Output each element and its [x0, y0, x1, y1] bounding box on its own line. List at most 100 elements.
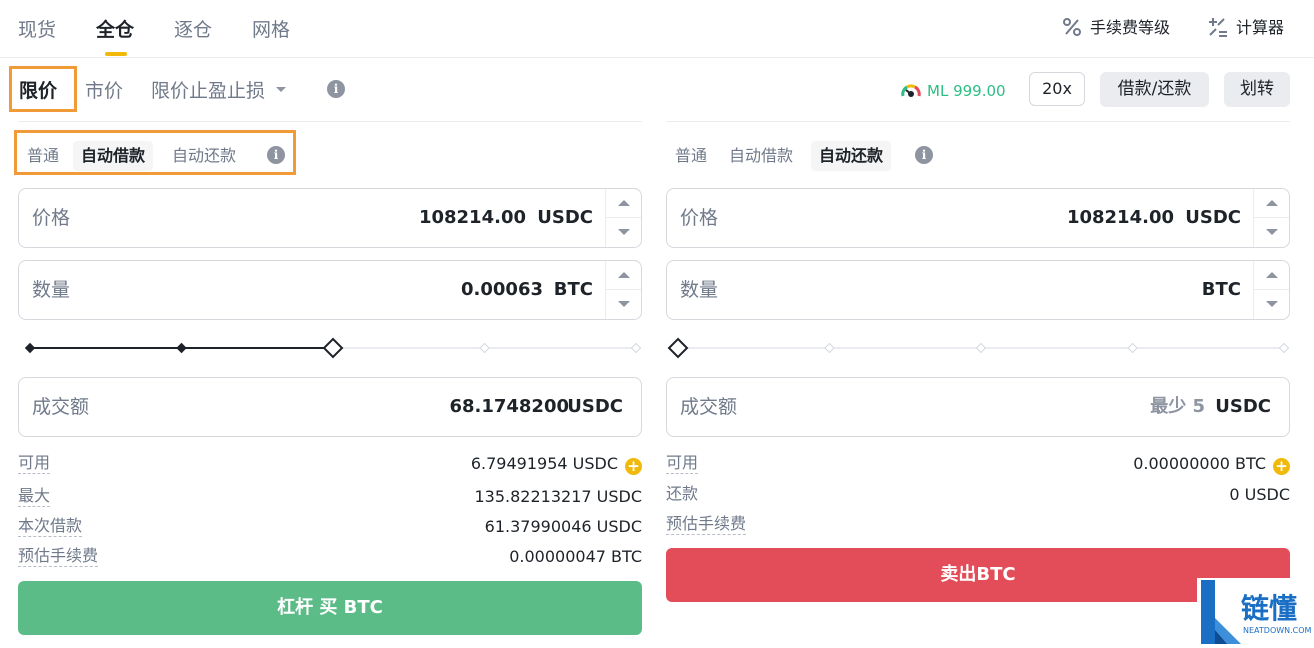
decrement-button[interactable]	[1254, 218, 1289, 247]
buy-amount-field[interactable]: 数量 0.00063 BTC	[18, 260, 642, 320]
slider-handle[interactable]	[322, 337, 344, 359]
total-label: 成交额	[32, 396, 90, 418]
fee-level-label: 手续费等级	[1090, 18, 1171, 37]
price-input[interactable]: 108214.00	[1067, 189, 1174, 247]
info-icon[interactable]: i	[915, 146, 933, 164]
slider-step-0[interactable]	[24, 342, 36, 354]
buy-total-field[interactable]: 成交额 68.1748200 USDC	[18, 377, 642, 437]
calculator-icon	[1209, 18, 1227, 37]
slider-step-25[interactable]	[176, 342, 187, 354]
decrement-button[interactable]	[606, 218, 641, 247]
gauge-icon	[901, 84, 921, 97]
increment-button[interactable]	[606, 261, 641, 290]
fee-level-link[interactable]: 手续费等级	[1062, 16, 1170, 40]
tab-isolated-margin[interactable]: 逐仓	[174, 16, 212, 44]
caret-down-icon	[1266, 301, 1278, 307]
sell-repay-row: 还款 0 USDC	[666, 484, 1290, 506]
caret-down-icon	[618, 229, 630, 235]
watermark-subtext: NEATDOWN.COM	[1243, 626, 1312, 635]
header-divider	[0, 57, 1314, 58]
sell-mode-auto-borrow[interactable]: 自动借款	[721, 141, 801, 171]
tab-cross-margin[interactable]: 全仓	[96, 16, 134, 44]
price-input[interactable]: 108214.00	[419, 189, 526, 247]
fee-label: 预估手续费	[666, 514, 747, 535]
increment-button[interactable]	[606, 189, 641, 218]
add-funds-icon[interactable]: +	[1273, 458, 1290, 475]
repay-value: 0 USDC	[1229, 485, 1290, 504]
calculator-label: 计算器	[1236, 18, 1285, 37]
fee-label: 预估手续费	[18, 546, 99, 567]
info-icon[interactable]: i	[267, 146, 285, 164]
watermark-text: 链懂	[1241, 592, 1297, 625]
buy-max-row: 最大 135.82213217 USDC	[18, 486, 642, 508]
slider-step-75[interactable]	[479, 342, 490, 354]
sell-amount-field[interactable]: 数量 BTC	[666, 260, 1290, 320]
total-input[interactable]: 68.1748200	[449, 378, 569, 436]
price-label: 价格	[680, 207, 719, 229]
active-tab-indicator	[105, 52, 127, 56]
add-funds-icon[interactable]: +	[625, 458, 642, 475]
percent-icon	[1063, 18, 1081, 36]
buy-price-field[interactable]: 价格 108214.00 USDC	[18, 188, 642, 248]
slider-step-100[interactable]	[630, 342, 642, 354]
caret-down-icon	[1266, 229, 1278, 235]
increment-button[interactable]	[1254, 261, 1289, 290]
sell-divider	[666, 121, 1290, 122]
available-value-wrap: 6.79491954 USDC +	[471, 453, 642, 475]
sell-mode-normal[interactable]: 普通	[667, 141, 715, 171]
buy-mode-auto-repay[interactable]: 自动还款	[164, 141, 244, 171]
sell-mode-auto-repay[interactable]: 自动还款	[811, 141, 892, 171]
buy-mode-normal[interactable]: 普通	[19, 141, 67, 171]
buy-button[interactable]: 杠杆 买 BTC	[18, 581, 642, 635]
total-input[interactable]: 最少 5	[1150, 378, 1205, 436]
info-icon[interactable]: i	[327, 80, 345, 98]
buy-available-row: 可用 6.79491954 USDC +	[18, 453, 642, 475]
order-type-market[interactable]: 市价	[85, 76, 123, 106]
available-label: 可用	[666, 453, 699, 474]
borrow-label: 本次借款	[18, 516, 83, 537]
margin-level-value: ML 999.00	[927, 82, 1006, 100]
increment-button[interactable]	[1254, 189, 1289, 218]
buy-percent-slider[interactable]	[18, 336, 642, 360]
amount-stepper	[1253, 261, 1289, 319]
order-type-stop-limit[interactable]: 限价止盈止损	[151, 76, 287, 106]
slider-step-100[interactable]	[1278, 342, 1290, 354]
amount-stepper	[605, 261, 641, 319]
stop-limit-label: 限价止盈止损	[151, 80, 266, 102]
tab-grid[interactable]: 网格	[252, 16, 290, 44]
watermark-logo: 链懂 NEATDOWN.COM	[1197, 578, 1314, 648]
decrement-button[interactable]	[1254, 290, 1289, 319]
borrow-value: 61.37990046 USDC	[484, 517, 642, 536]
max-label: 最大	[18, 486, 51, 507]
available-label: 可用	[18, 453, 51, 474]
amount-label: 数量	[32, 279, 71, 301]
borrow-repay-button[interactable]: 借款/还款	[1100, 72, 1209, 107]
decrement-button[interactable]	[606, 290, 641, 319]
slider-step-25[interactable]	[824, 342, 835, 354]
price-label: 价格	[32, 207, 71, 229]
repay-label: 还款	[666, 484, 699, 503]
sell-available-row: 可用 0.00000000 BTC +	[666, 453, 1290, 475]
buy-fee-row: 预估手续费 0.00000047 BTC	[18, 546, 642, 568]
leverage-button[interactable]: 20x	[1029, 72, 1085, 106]
price-stepper	[1253, 189, 1289, 247]
order-type-limit[interactable]: 限价	[19, 76, 57, 106]
fee-value: 0.00000047 BTC	[509, 547, 642, 566]
slider-handle[interactable]	[667, 337, 689, 359]
sell-price-field[interactable]: 价格 108214.00 USDC	[666, 188, 1290, 248]
sell-percent-slider[interactable]	[666, 336, 1290, 360]
transfer-button[interactable]: 划转	[1224, 72, 1290, 107]
calculator-link[interactable]: 计算器	[1208, 16, 1284, 40]
slider-step-50[interactable]	[975, 342, 987, 354]
total-unit: USDC	[1215, 396, 1271, 417]
margin-level-indicator[interactable]: ML 999.00	[900, 79, 1006, 103]
sell-fee-row: 预估手续费	[666, 514, 1290, 536]
buy-mode-auto-borrow[interactable]: 自动借款	[73, 141, 154, 171]
caret-up-icon	[618, 200, 630, 206]
caret-down-icon	[276, 87, 287, 92]
tab-spot[interactable]: 现货	[18, 16, 56, 44]
amount-input[interactable]: 0.00063	[461, 261, 543, 319]
sell-total-field[interactable]: 成交额 最少 5 USDC	[666, 377, 1290, 437]
slider-step-75[interactable]	[1127, 342, 1138, 354]
caret-up-icon	[1266, 200, 1278, 206]
